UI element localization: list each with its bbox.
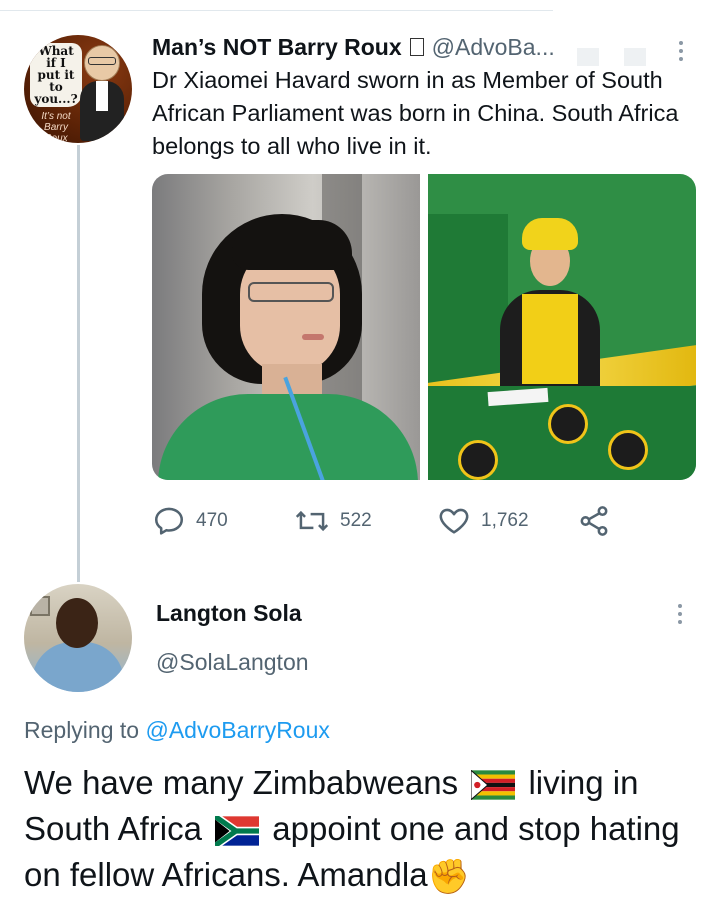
author-name[interactable]: Man’s NOT Barry Roux: [152, 34, 402, 61]
zimbabwe-flag-icon: [471, 770, 516, 801]
retweet-count: 522: [340, 510, 372, 531]
avatar-caption: It’s not Barry Roux: [41, 111, 71, 143]
like-count: 1,762: [481, 510, 529, 531]
share-icon: [580, 506, 608, 536]
reply-author-handle[interactable]: @SolaLangton: [156, 649, 309, 676]
reply-button[interactable]: 470: [152, 500, 228, 542]
top-divider: [0, 10, 553, 11]
retweet-button[interactable]: 522: [294, 500, 372, 542]
tweet-photo-portrait[interactable]: [152, 174, 420, 480]
heart-icon: [439, 508, 469, 534]
reply-text: We have many Zimbabweans living in South…: [24, 760, 704, 898]
author-handle[interactable]: @AdvoBa...: [432, 34, 555, 61]
missing-glyph-badge: [409, 38, 424, 56]
tweet-text: Dr Xiaomei Havard sworn in as Member of …: [152, 67, 679, 159]
author-avatar[interactable]: What if Iput it to you...? It’s not Barry Ro…: [24, 35, 132, 143]
tweet-header: Man’s NOT Barry Roux @AdvoBa...: [152, 30, 555, 64]
reply-author-avatar[interactable]: [24, 584, 132, 692]
avatar-speech-bubble: What if Iput it to you...?: [30, 43, 82, 107]
reply-icon: [154, 507, 184, 535]
more-vertical-icon[interactable]: [677, 604, 683, 624]
thread-connector-line: [77, 145, 80, 582]
share-button[interactable]: [577, 500, 611, 542]
south-africa-flag-icon: [215, 816, 260, 847]
replying-prefix: Replying to: [24, 717, 140, 743]
tweet-actions: 470 522 1,762: [152, 500, 612, 542]
replying-to-link[interactable]: @AdvoBarryRoux: [145, 717, 329, 743]
tweet-photo-event[interactable]: [428, 174, 696, 480]
retweet-icon: [295, 510, 329, 532]
reply-author-name[interactable]: Langton Sola: [156, 600, 302, 627]
more-vertical-icon[interactable]: [678, 41, 684, 61]
reply-text-part1: We have many Zimbabweans: [24, 764, 459, 801]
like-button[interactable]: 1,762: [437, 500, 529, 542]
reply-count: 470: [196, 510, 228, 531]
raised-fist-emoji: ✊: [427, 858, 470, 897]
replying-to-line: Replying to @AdvoBarryRoux: [24, 717, 330, 744]
